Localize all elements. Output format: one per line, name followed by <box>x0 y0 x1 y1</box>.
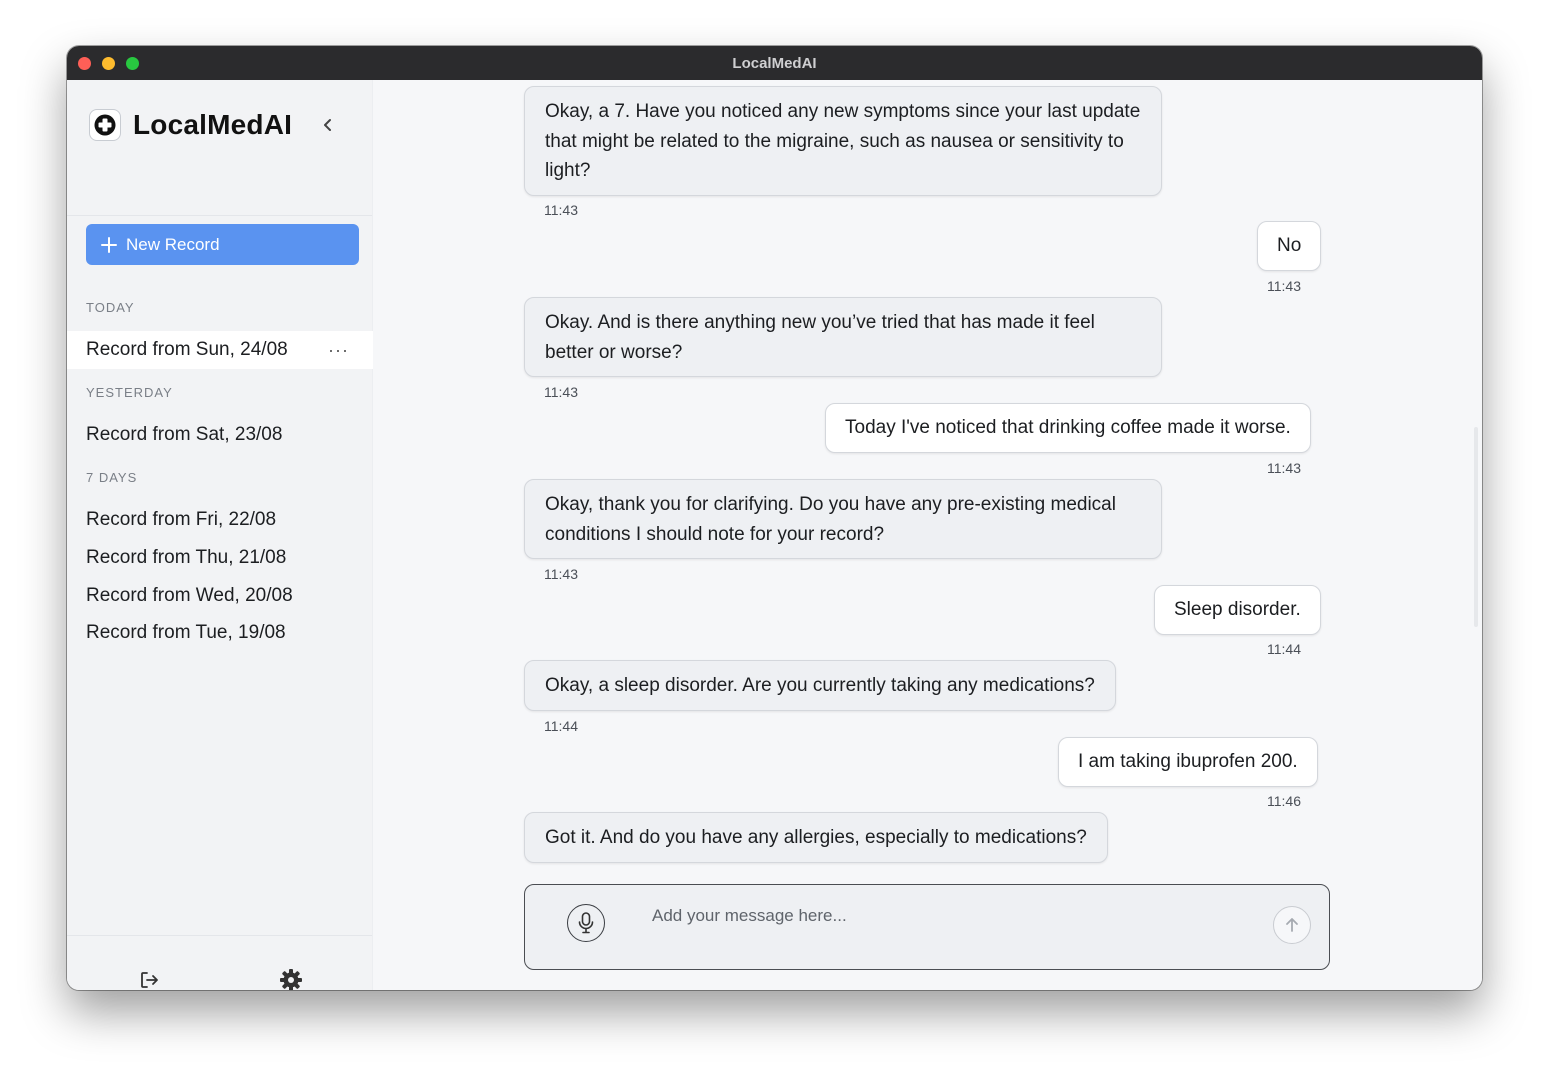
app-window: LocalMedAI LocalMedAI New Record TODAY R… <box>67 46 1482 990</box>
microphone-button[interactable] <box>567 904 605 942</box>
record-item[interactable]: Record from Fri, 22/08 <box>67 501 373 539</box>
message-timestamp: 11:43 <box>544 384 578 400</box>
message-timestamp: 11:44 <box>1267 641 1301 657</box>
record-item[interactable]: Record from Thu, 21/08 <box>67 539 373 577</box>
message-composer <box>524 884 1330 970</box>
sidebar-footer-divider <box>67 935 372 936</box>
close-window-button[interactable] <box>78 57 91 70</box>
sidebar: LocalMedAI New Record TODAY Record from … <box>67 80 373 990</box>
arrow-up-icon <box>1286 918 1298 932</box>
title-bar: LocalMedAI <box>67 46 1482 80</box>
record-item-label: Record from Tue, 19/08 <box>86 622 286 643</box>
sidebar-divider <box>67 215 372 216</box>
new-record-label: New Record <box>126 234 220 254</box>
record-item-label: Record from Fri, 22/08 <box>86 509 277 530</box>
user-message: No <box>1257 221 1322 271</box>
brand: LocalMedAI <box>89 108 350 142</box>
zoom-window-button[interactable] <box>126 57 139 70</box>
message-timestamp: 11:43 <box>1267 460 1301 476</box>
user-message: Today I've noticed that drinking coffee … <box>825 403 1311 453</box>
minimize-window-button[interactable] <box>102 57 115 70</box>
assistant-message: Okay, a 7. Have you noticed any new symp… <box>524 86 1162 196</box>
record-item[interactable]: Record from Tue, 19/08 <box>67 614 373 652</box>
message-timestamp: 11:43 <box>1267 278 1301 294</box>
record-item[interactable]: Record from Wed, 20/08 <box>67 577 373 615</box>
record-item-label: Record from Sat, 23/08 <box>86 424 283 445</box>
user-message: I am taking ibuprofen 200. <box>1058 737 1318 787</box>
section-label-7-days: 7 DAYS <box>86 470 138 485</box>
logout-button[interactable] <box>135 966 163 990</box>
message-timestamp: 11:43 <box>544 202 578 218</box>
message-input[interactable] <box>652 903 1252 929</box>
chevron-left-icon <box>324 119 331 131</box>
new-record-button[interactable]: New Record <box>86 224 359 265</box>
settings-button[interactable] <box>277 966 305 990</box>
assistant-message: Okay, a sleep disorder. Are you currentl… <box>524 660 1116 711</box>
record-item-label: Record from Thu, 21/08 <box>86 547 287 568</box>
chat-scrollbar[interactable] <box>1474 427 1478 627</box>
user-message: Sleep disorder. <box>1154 585 1321 635</box>
more-options-icon[interactable]: ··· <box>328 340 349 361</box>
chat-panel: Okay, a 7. Have you noticed any new symp… <box>373 80 1482 990</box>
logout-icon <box>141 972 158 988</box>
gear-icon <box>280 969 302 990</box>
message-timestamp: 11:44 <box>544 718 578 734</box>
assistant-message: Okay, thank you for clarifying. Do you h… <box>524 479 1162 559</box>
send-button[interactable] <box>1273 906 1311 944</box>
brand-name: LocalMedAI <box>133 109 293 140</box>
assistant-message: Got it. And do you have any allergies, e… <box>524 812 1108 863</box>
message-timestamp: 11:46 <box>1267 793 1301 809</box>
record-item-active[interactable]: Record from Sun, 24/08 ··· <box>67 331 373 369</box>
section-label-yesterday: YESTERDAY <box>86 385 173 400</box>
assistant-message: Okay. And is there anything new you’ve t… <box>524 297 1162 377</box>
window-title: LocalMedAI <box>732 54 817 72</box>
record-item-label: Record from Sun, 24/08 <box>86 339 288 360</box>
record-item[interactable]: Record from Sat, 23/08 <box>67 416 373 454</box>
medical-cross-icon <box>89 109 121 141</box>
window-controls <box>78 57 139 70</box>
section-label-today: TODAY <box>86 300 135 315</box>
record-item-label: Record from Wed, 20/08 <box>86 585 293 606</box>
message-timestamp: 11:43 <box>544 566 578 582</box>
microphone-icon <box>578 912 594 934</box>
plus-icon <box>100 236 118 254</box>
collapse-sidebar-button[interactable] <box>318 114 338 136</box>
